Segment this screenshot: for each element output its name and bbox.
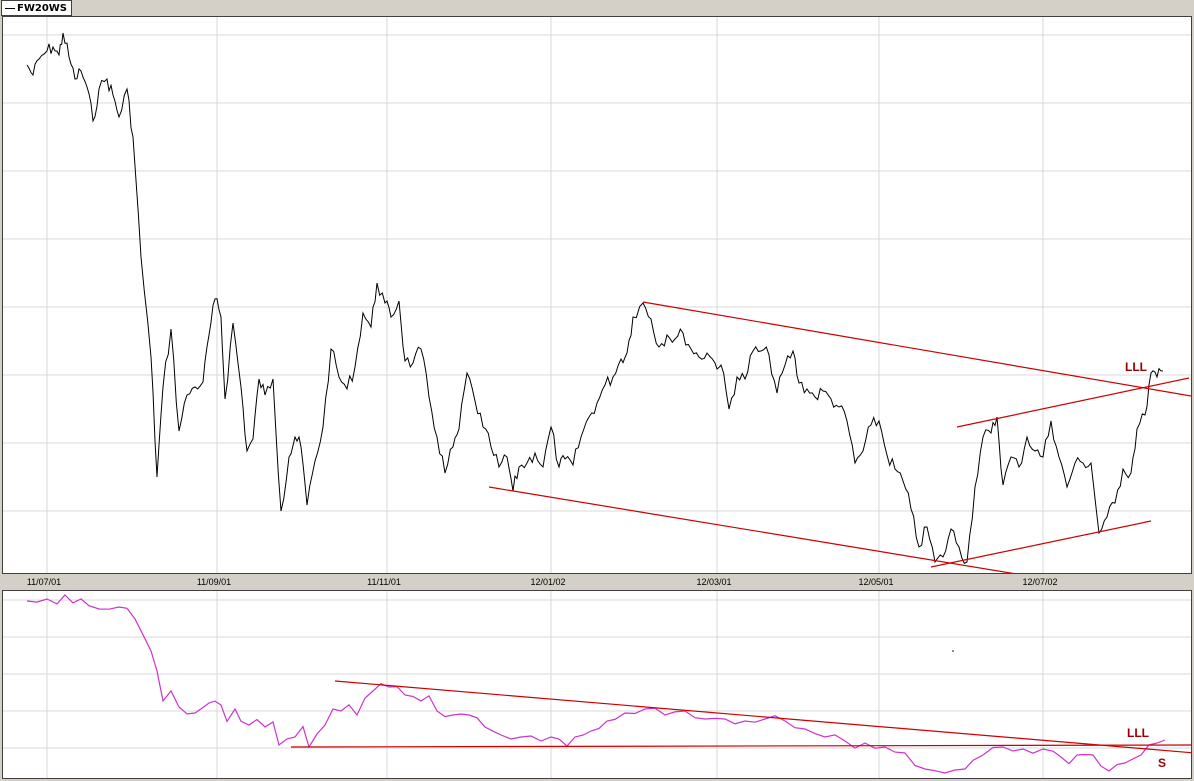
legend-label: FW20WS [17, 2, 68, 14]
price-chart: LLL [3, 17, 1191, 573]
annotation-label: LLL [1125, 360, 1147, 374]
annotation-label: S [1158, 756, 1166, 770]
x-tick-label: 12/01/02 [530, 577, 566, 587]
x-axis: 11/07/01 11/09/01 11/11/01 12/01/02 12/03/01… [0, 574, 1194, 590]
indicator-chart: LLL S [3, 591, 1191, 778]
trendline [930, 520, 1152, 568]
marker-dot [952, 650, 954, 652]
price-chart-panel: LLL [2, 16, 1192, 574]
legend-line-swatch [5, 7, 15, 9]
trendline [290, 744, 1191, 748]
series-legend: FW20WS [1, 0, 73, 16]
trendline [956, 377, 1190, 428]
x-tick-label: 11/11/01 [367, 577, 401, 587]
x-tick-label: 12/03/01 [696, 577, 732, 587]
price-series-line [26, 32, 1164, 564]
x-tick-label: 11/09/01 [196, 577, 232, 587]
trendline [334, 680, 1191, 754]
annotation-label: LLL [1127, 726, 1149, 740]
indicator-chart-panel: LLL S [2, 590, 1192, 779]
x-tick-label: 11/07/01 [26, 577, 62, 587]
x-tick-label: 12/05/01 [858, 577, 894, 587]
trendline [488, 486, 1015, 573]
x-tick-label: 12/07/02 [1022, 577, 1058, 587]
